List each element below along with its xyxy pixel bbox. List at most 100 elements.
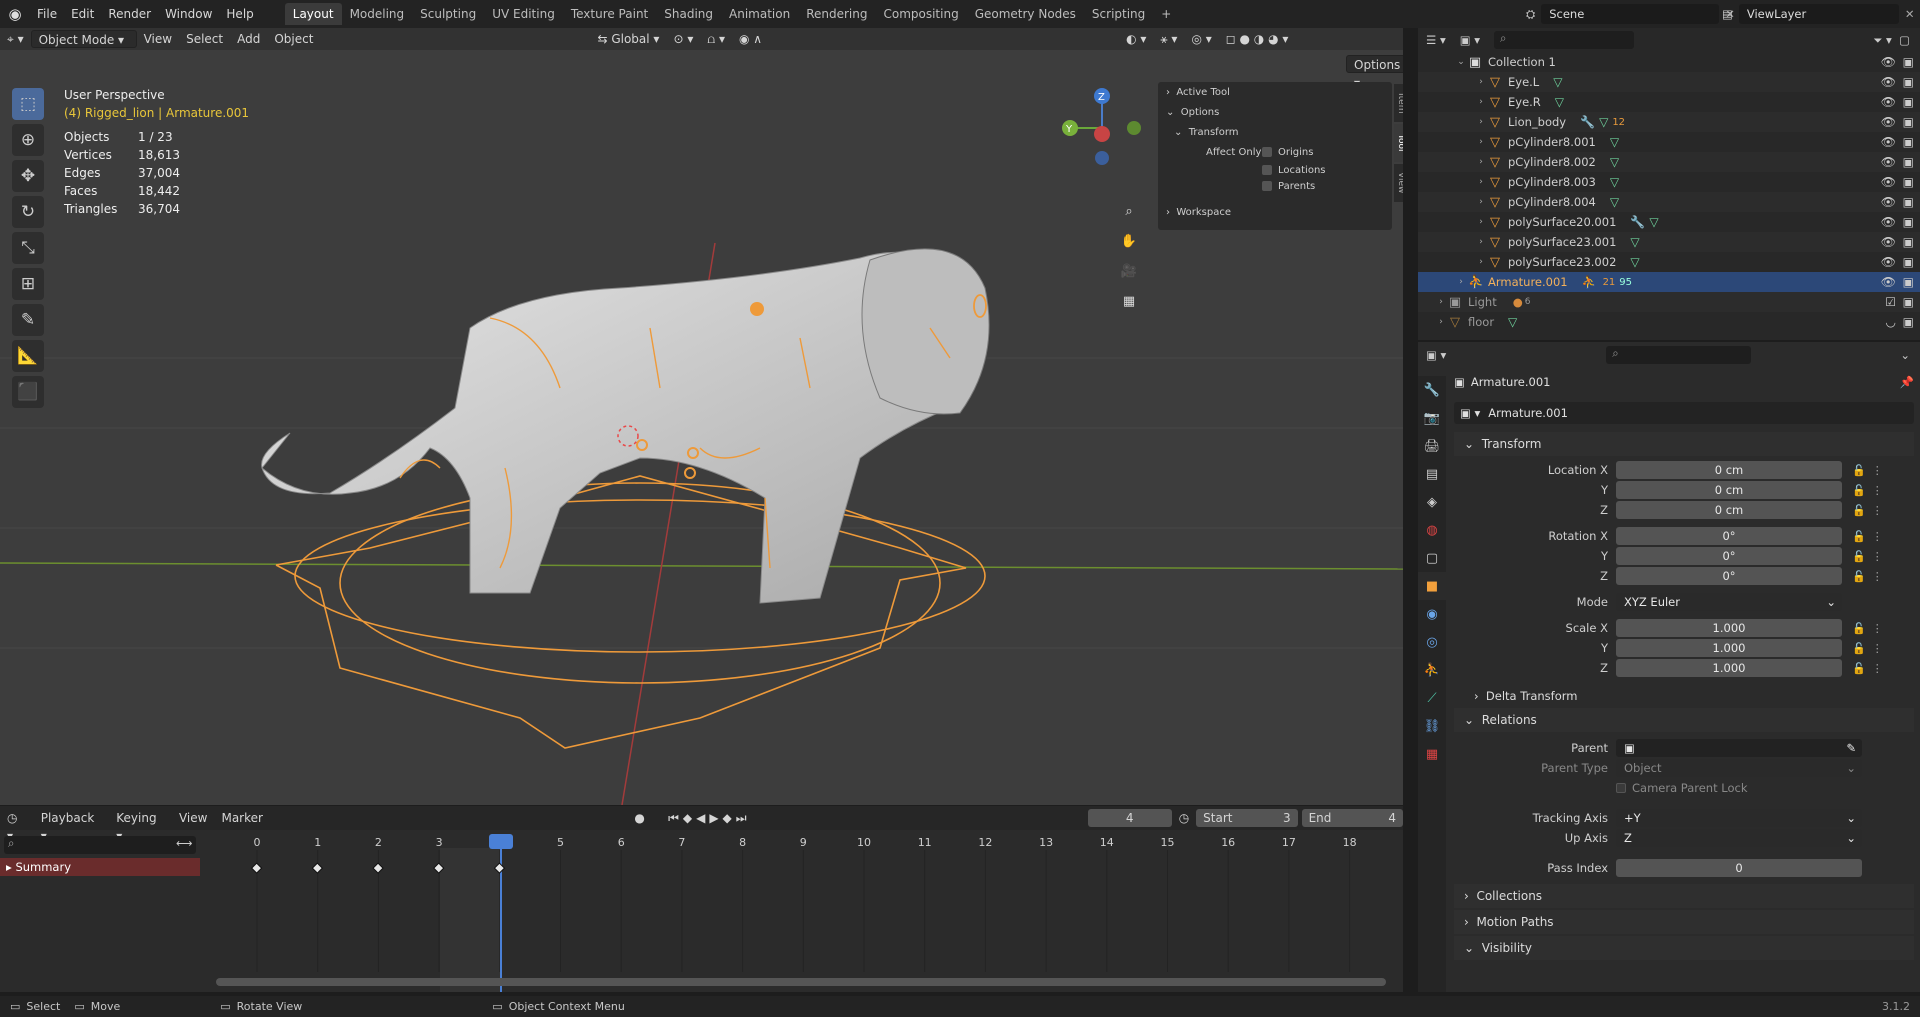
collections-panel-header[interactable]: › Collections — [1454, 884, 1914, 908]
render-icon[interactable]: ▣ — [1903, 315, 1914, 329]
properties-search-input[interactable]: ⌕ — [1606, 346, 1752, 364]
menu-object[interactable]: Object — [267, 30, 320, 48]
close-icon[interactable]: ✕ — [1905, 7, 1915, 21]
delta-transform-header[interactable]: › Delta Transform — [1454, 686, 1914, 706]
menu-timeline-view[interactable]: View — [172, 809, 214, 827]
datablock-field[interactable]: ▣ ▾ Armature.001 — [1454, 402, 1914, 424]
eye-icon[interactable]: 👁 — [1881, 235, 1896, 249]
pivot-icon[interactable]: ⊙ ▾ — [666, 30, 700, 48]
eye-icon[interactable]: 👁 — [1881, 135, 1896, 149]
start-frame-field[interactable]: Start 3 — [1196, 809, 1298, 827]
options-header[interactable]: ⌄ Options — [1158, 102, 1392, 122]
lock-icon[interactable]: 🔓 — [1852, 530, 1866, 543]
menu-window[interactable]: Window — [158, 0, 219, 28]
render-icon[interactable]: ▣ — [1903, 155, 1914, 169]
menu-help[interactable]: Help — [219, 0, 260, 28]
ortho-grid-icon[interactable]: ▦ — [1116, 288, 1142, 314]
locations-checkbox[interactable] — [1262, 165, 1272, 175]
location-z-field[interactable]: 0 cm — [1616, 501, 1842, 519]
physics-tab-icon[interactable]: ◎ — [1418, 628, 1446, 656]
3d-viewport[interactable]: Z Y ⌖ ▾ Object Mode ▾ View Select Add Ob… — [0, 28, 1403, 805]
bone-tab-icon[interactable]: ⛓ — [1418, 712, 1446, 740]
lock-icon[interactable]: 🔓 — [1852, 662, 1866, 675]
object-tab-icon[interactable]: ■ — [1418, 572, 1446, 600]
menu-select[interactable]: Select — [179, 30, 230, 48]
playback-controls[interactable]: ⏮◆◀▶◆⏭ — [661, 809, 758, 827]
pass-index-field[interactable]: 0 — [1616, 859, 1862, 877]
blender-logo-icon[interactable]: ◉ — [0, 5, 30, 23]
display-mode-icon[interactable]: ▣ ▾ — [1460, 33, 1480, 47]
rotate-tool-icon[interactable]: ↻ — [12, 196, 44, 228]
chevron-down-icon[interactable]: ⌄ — [1900, 348, 1910, 362]
lock-icon[interactable]: 🔓 — [1852, 464, 1866, 477]
view-layer-icon[interactable]: ▤ — [1722, 7, 1733, 21]
filter-icon[interactable]: ⏷ ▾ ▢ — [1873, 33, 1910, 48]
outliner-item-pcylinder8-004[interactable]: › ▽ pCylinder8.004 ▽ 👁 ▣ — [1418, 192, 1920, 212]
lock-icon[interactable]: 🔓 — [1852, 504, 1866, 517]
overlay-toggle-icon[interactable]: ◎ ▾ — [1184, 30, 1218, 48]
swap-icon[interactable]: ⟷ — [176, 836, 193, 850]
rotation-x-field[interactable]: 0° — [1616, 527, 1842, 545]
up-axis-select[interactable]: Z ⌄ — [1616, 829, 1862, 847]
clock-icon[interactable]: ◷ — [1172, 809, 1196, 827]
tab-modeling[interactable]: Modeling — [342, 3, 413, 25]
scale-tool-icon[interactable]: ⤡ — [12, 232, 44, 264]
tab-uv-editing[interactable]: UV Editing — [484, 3, 563, 25]
select-box-tool-icon[interactable]: ⬚ — [12, 88, 44, 120]
timeline-search-input[interactable]: ⌕ — [4, 836, 196, 854]
rotation-mode-select[interactable]: XYZ Euler ⌄ — [1616, 593, 1842, 611]
lock-icon[interactable]: 🔓 — [1852, 484, 1866, 497]
output-tab-icon[interactable]: 🖨 — [1418, 432, 1446, 460]
record-icon[interactable]: ● ▾ — [627, 809, 661, 843]
render-icon[interactable]: ▣ — [1903, 295, 1914, 309]
lock-icon[interactable]: 🔓 — [1852, 550, 1866, 563]
timeline-frames[interactable]: 0123456789101112131415161718 — [200, 832, 1403, 992]
view-layer-tab-icon[interactable]: ▤ — [1418, 460, 1446, 488]
snap-icon[interactable]: ⩍ ▾ — [700, 30, 732, 48]
eye-icon[interactable]: 👁 — [1881, 175, 1896, 189]
zoom-icon[interactable]: ⌕ — [1116, 198, 1142, 224]
eye-icon[interactable]: 👁 — [1881, 275, 1896, 289]
outliner-search-input[interactable]: ⌕ — [1494, 31, 1635, 49]
render-icon[interactable]: ▣ — [1903, 55, 1914, 69]
tool-tab-icon[interactable]: 🔧 — [1418, 376, 1446, 404]
options-button[interactable]: Options ▾ — [1346, 55, 1403, 90]
render-icon[interactable]: ▣ — [1903, 215, 1914, 229]
render-icon[interactable]: ▣ — [1903, 135, 1914, 149]
lock-icon[interactable]: 🔓 — [1852, 622, 1866, 635]
menu-add[interactable]: Add — [230, 30, 267, 48]
tab-compositing[interactable]: Compositing — [875, 3, 966, 25]
scale-x-field[interactable]: 1.000 — [1616, 619, 1842, 637]
outliner-item-polysurface23-002[interactable]: › ▽ polySurface23.002 ▽ 👁 ▣ — [1418, 252, 1920, 272]
render-icon[interactable]: ▣ — [1903, 75, 1914, 89]
tab-rendering[interactable]: Rendering — [798, 3, 875, 25]
render-icon[interactable]: ▣ — [1903, 235, 1914, 249]
transform-orientation-selector[interactable]: ⇆ Global ▾ — [590, 30, 666, 48]
outliner-item-pcylinder8-003[interactable]: › ▽ pCylinder8.003 ▽ 👁 ▣ — [1418, 172, 1920, 192]
outliner-item-polysurface20-001[interactable]: › ▽ polySurface20.001 🔧 ▽ 👁 ▣ — [1418, 212, 1920, 232]
cursor-tool-icon[interactable]: ⊕ — [12, 124, 44, 156]
menu-edit[interactable]: Edit — [64, 0, 101, 28]
scene-icon[interactable]: ⛭ — [1526, 7, 1535, 22]
view-layer-selector[interactable]: ViewLayer — [1738, 4, 1899, 24]
tab-sculpting[interactable]: Sculpting — [412, 3, 484, 25]
outliner-item-eye-r[interactable]: › ▽ Eye.R ▽ 👁 ▣ — [1418, 92, 1920, 112]
relations-panel-header[interactable]: ⌄ Relations — [1454, 708, 1914, 732]
outliner-item-lion-body[interactable]: › ▽ Lion_body 🔧 ▽ 12 👁 ▣ — [1418, 112, 1920, 132]
active-tool-header[interactable]: › Active Tool — [1158, 82, 1392, 102]
collection-tab-icon[interactable]: ▢ — [1418, 544, 1446, 572]
render-icon[interactable]: ▣ — [1903, 275, 1914, 289]
pan-hand-icon[interactable]: ✋ — [1116, 228, 1142, 254]
add-workspace-button[interactable]: + — [1153, 3, 1179, 25]
tab-item[interactable]: Item — [1394, 84, 1403, 122]
location-y-field[interactable]: 0 cm — [1616, 481, 1842, 499]
constraints-tab-icon[interactable]: ⛹ — [1418, 656, 1446, 684]
render-icon[interactable]: ▣ — [1903, 95, 1914, 109]
render-icon[interactable]: ▣ — [1903, 255, 1914, 269]
eye-icon[interactable]: 👁 — [1881, 55, 1896, 69]
outliner-item-polysurface23-001[interactable]: › ▽ polySurface23.001 ▽ 👁 ▣ — [1418, 232, 1920, 252]
end-frame-field[interactable]: End 4 — [1301, 809, 1403, 827]
modifier-tab-icon[interactable]: ◉ — [1418, 600, 1446, 628]
menu-marker[interactable]: Marker — [214, 809, 269, 827]
outliner-editor-type-icon[interactable]: ☰ ▾ — [1426, 33, 1446, 47]
